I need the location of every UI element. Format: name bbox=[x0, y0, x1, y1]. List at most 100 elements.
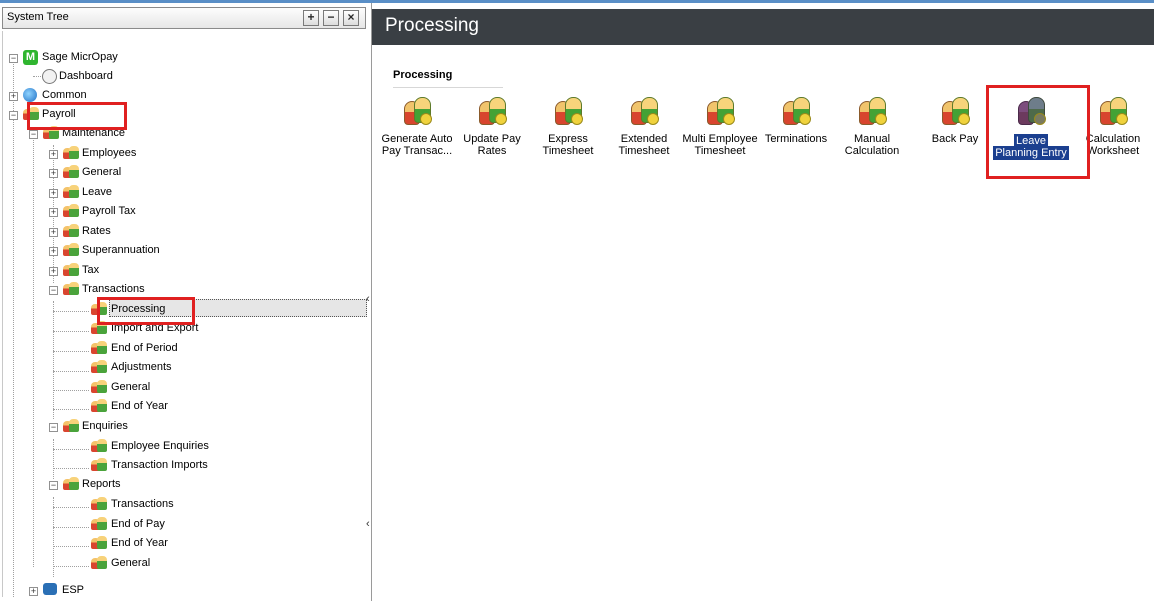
system-tree-title: System Tree bbox=[7, 11, 69, 23]
tree-item-rep-general[interactable]: General bbox=[111, 557, 150, 569]
tile-label: Worksheet bbox=[1086, 145, 1140, 157]
tree-item-rep-transactions[interactable]: Transactions bbox=[111, 498, 174, 510]
expander-common[interactable]: + bbox=[9, 92, 18, 101]
tile-leave-planning-entry[interactable]: Leave Planning Entry bbox=[992, 95, 1070, 169]
tree-item-transactions[interactable]: Transactions bbox=[82, 283, 145, 295]
expander-payroll-tax[interactable]: + bbox=[49, 208, 58, 217]
tree-item-end-of-period[interactable]: End of Period bbox=[111, 342, 178, 354]
people-icon bbox=[91, 399, 107, 413]
tile-label: Timesheet bbox=[542, 145, 594, 157]
group-title: Processing bbox=[393, 69, 453, 81]
people-icon bbox=[63, 224, 79, 238]
tile-generate-auto-pay[interactable]: Generate Auto Pay Transac... bbox=[378, 95, 456, 169]
collapse-all-button[interactable]: − bbox=[323, 10, 339, 26]
tile-calculation-worksheet[interactable]: Calculation Worksheet bbox=[1074, 95, 1154, 169]
page-banner: Processing bbox=[372, 9, 1154, 45]
collapse-pane-arrow-icon[interactable]: ‹ bbox=[366, 518, 370, 530]
tree-item-processing[interactable]: Processing bbox=[111, 303, 165, 315]
main-content-panel: Processing Processing Generate Auto Pay T… bbox=[372, 3, 1154, 601]
expander-maintenance[interactable]: − bbox=[29, 130, 38, 139]
micropay-logo-icon: M bbox=[23, 50, 39, 65]
tree-item-payroll[interactable]: Payroll bbox=[42, 108, 76, 120]
tile-manual-calculation[interactable]: Manual Calculation bbox=[833, 95, 911, 169]
expander-tax[interactable]: + bbox=[49, 267, 58, 276]
tree-item-adjustments[interactable]: Adjustments bbox=[111, 361, 172, 373]
people-icon bbox=[91, 439, 107, 453]
expander-employees[interactable]: + bbox=[49, 150, 58, 159]
people-icon bbox=[91, 380, 107, 394]
expander-transactions[interactable]: − bbox=[49, 286, 58, 295]
tree-item-transaction-imports[interactable]: Transaction Imports bbox=[111, 459, 208, 471]
system-tree-header: System Tree + − × bbox=[2, 7, 366, 29]
people-icon bbox=[91, 341, 107, 355]
esp-icon bbox=[43, 583, 59, 597]
people-icon bbox=[781, 95, 813, 129]
tree-view[interactable]: − M Sage MicrOpay Dashboard + Common − P… bbox=[2, 31, 369, 597]
close-panel-button[interactable]: × bbox=[343, 10, 359, 26]
tree-item-payroll-tax[interactable]: Payroll Tax bbox=[82, 205, 136, 217]
tile-express-timesheet[interactable]: Express Timesheet bbox=[529, 95, 607, 169]
people-icon bbox=[63, 419, 79, 433]
tile-label: Calculation bbox=[1085, 133, 1141, 145]
expander-enquiries[interactable]: − bbox=[49, 423, 58, 432]
people-icon bbox=[91, 360, 107, 374]
people-icon bbox=[63, 204, 79, 218]
tree-item-leave[interactable]: Leave bbox=[82, 186, 112, 198]
people-icon bbox=[1016, 95, 1048, 129]
tile-label: Timesheet bbox=[618, 145, 670, 157]
expand-all-button[interactable]: + bbox=[303, 10, 319, 26]
expander-esp[interactable]: + bbox=[29, 587, 38, 596]
tile-update-pay-rates[interactable]: Update Pay Rates bbox=[453, 95, 531, 169]
people-icon bbox=[63, 185, 79, 199]
people-icon bbox=[63, 146, 79, 160]
tile-label: Calculation bbox=[844, 145, 900, 157]
group-divider bbox=[393, 87, 503, 88]
tree-item-import-export[interactable]: Import and Export bbox=[111, 322, 198, 334]
tile-terminations[interactable]: Terminations bbox=[757, 95, 835, 169]
tree-item-maintenance[interactable]: Maintenance bbox=[62, 127, 125, 139]
people-icon bbox=[23, 107, 39, 121]
expander-leave[interactable]: + bbox=[49, 189, 58, 198]
page-title: Processing bbox=[385, 15, 479, 36]
report-people-icon bbox=[91, 497, 107, 511]
expander-superannuation[interactable]: + bbox=[49, 247, 58, 256]
tree-item-root[interactable]: Sage MicrOpay bbox=[42, 51, 118, 63]
tree-item-enquiries[interactable]: Enquiries bbox=[82, 420, 128, 432]
people-icon bbox=[63, 282, 79, 296]
expander-root[interactable]: − bbox=[9, 54, 18, 63]
report-people-icon bbox=[91, 556, 107, 570]
globe-icon bbox=[23, 88, 39, 102]
report-people-icon bbox=[91, 536, 107, 550]
tree-item-employees[interactable]: Employees bbox=[82, 147, 136, 159]
expander-general[interactable]: + bbox=[49, 169, 58, 178]
tree-item-tax[interactable]: Tax bbox=[82, 264, 99, 276]
tree-item-rep-end-of-year[interactable]: End of Year bbox=[111, 537, 168, 549]
expander-rates[interactable]: + bbox=[49, 228, 58, 237]
tree-item-esp[interactable]: ESP bbox=[62, 584, 84, 596]
tree-item-superannuation[interactable]: Superannuation bbox=[82, 244, 160, 256]
people-icon bbox=[91, 302, 107, 316]
tile-extended-timesheet[interactable]: Extended Timesheet bbox=[605, 95, 683, 169]
tile-label: Update Pay bbox=[463, 133, 521, 145]
people-icon bbox=[857, 95, 889, 129]
people-icon bbox=[940, 95, 972, 129]
tree-item-end-of-year[interactable]: End of Year bbox=[111, 400, 168, 412]
tree-item-rates[interactable]: Rates bbox=[82, 225, 111, 237]
tree-item-employee-enquiries[interactable]: Employee Enquiries bbox=[111, 440, 209, 452]
tree-item-general[interactable]: General bbox=[82, 166, 121, 178]
people-icon bbox=[402, 95, 434, 129]
tree-item-general2[interactable]: General bbox=[111, 381, 150, 393]
people-icon bbox=[63, 263, 79, 277]
tree-item-rep-end-of-pay[interactable]: End of Pay bbox=[111, 518, 165, 530]
tile-back-pay[interactable]: Back Pay bbox=[916, 95, 994, 169]
tree-item-dashboard[interactable]: Dashboard bbox=[59, 70, 113, 82]
people-icon bbox=[91, 458, 107, 472]
people-icon bbox=[91, 321, 107, 335]
expander-reports[interactable]: − bbox=[49, 481, 58, 490]
expander-payroll[interactable]: − bbox=[9, 111, 18, 120]
tile-multi-employee-timesheet[interactable]: Multi Employee Timesheet bbox=[681, 95, 759, 169]
people-icon bbox=[629, 95, 661, 129]
collapse-pane-arrow-icon[interactable]: ‹ bbox=[366, 293, 370, 305]
tree-item-common[interactable]: Common bbox=[42, 89, 87, 101]
tree-item-reports[interactable]: Reports bbox=[82, 478, 121, 490]
